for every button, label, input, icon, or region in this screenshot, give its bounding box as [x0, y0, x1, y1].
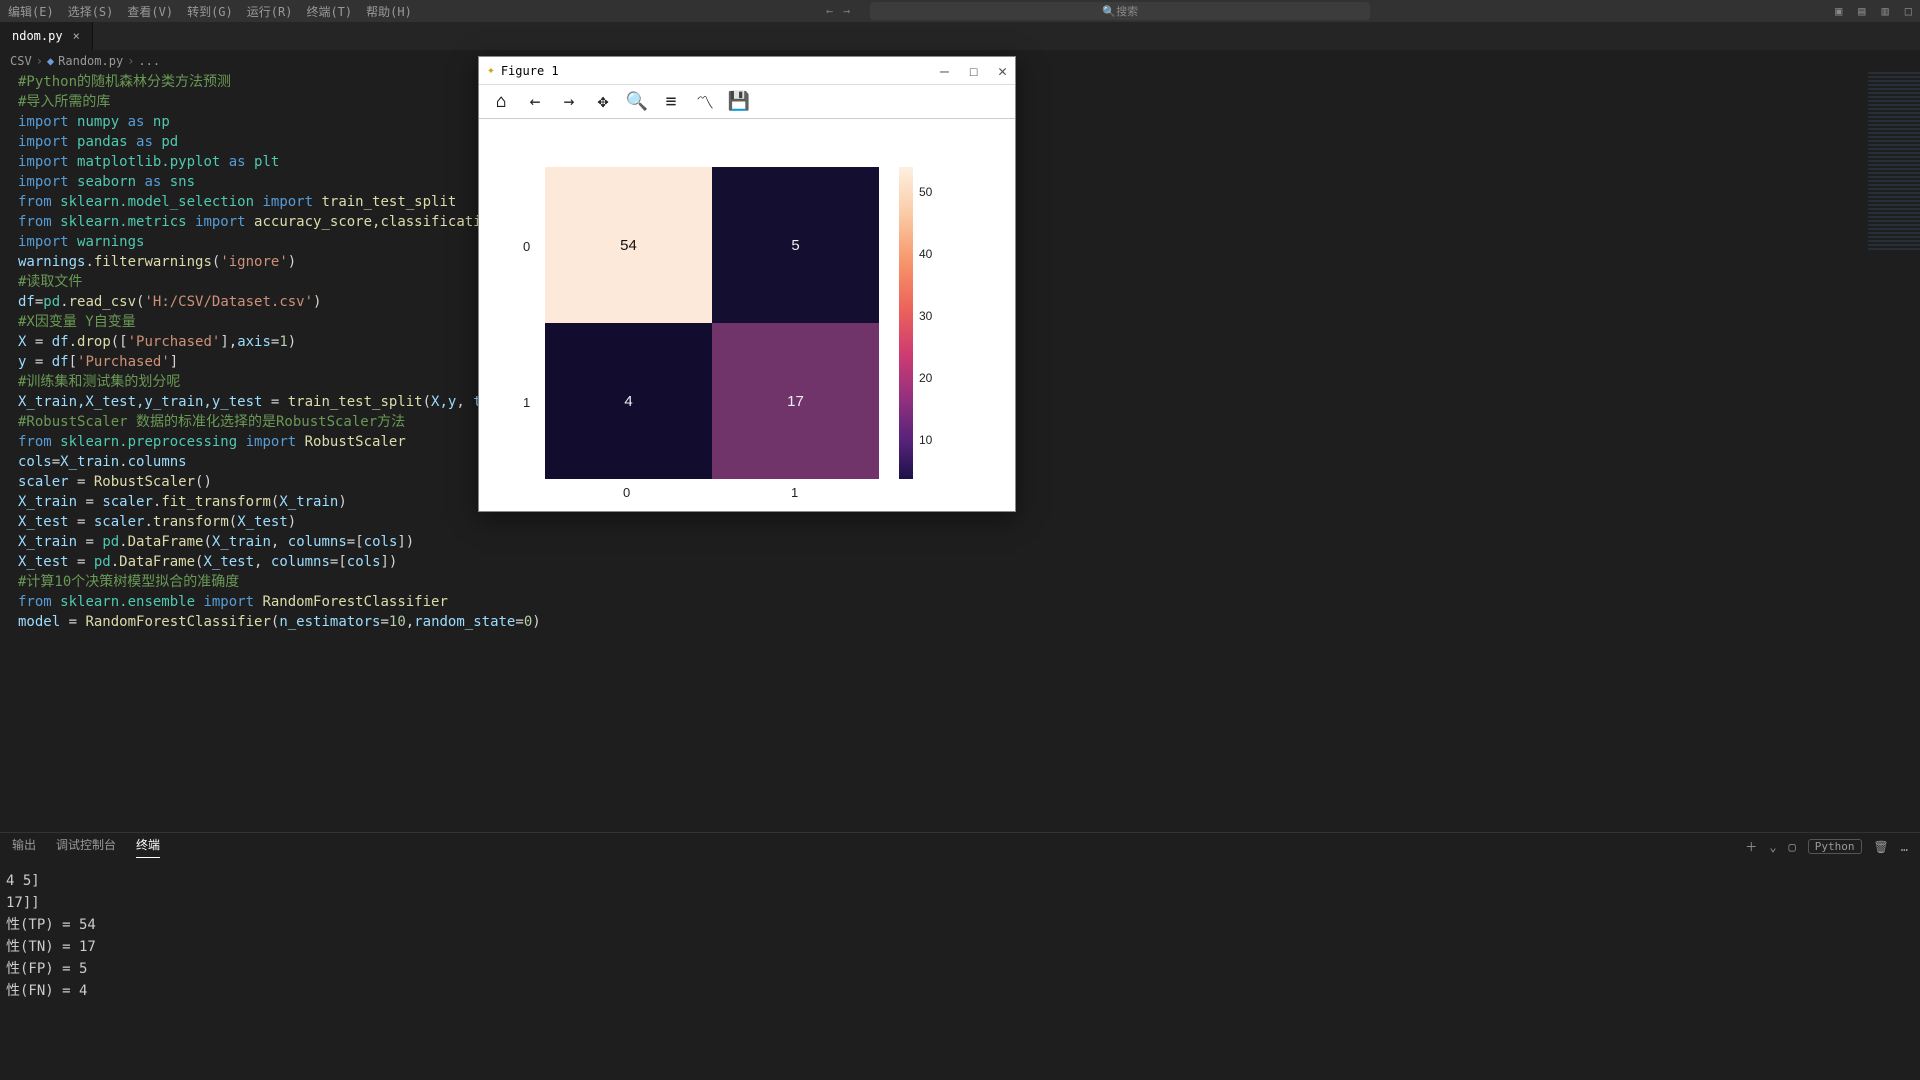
panel-tab-terminal[interactable]: 终端 — [136, 836, 160, 858]
figure-toolbar: ⌂ ← → ✥ 🔍 ≡ 〽 💾 — [479, 85, 1015, 119]
home-icon[interactable]: ⌂ — [489, 90, 513, 114]
close-button[interactable]: ✕ — [998, 62, 1007, 80]
tab-close-icon[interactable]: × — [73, 29, 80, 43]
code-line: model = RandomForestClassifier(n_estimat… — [18, 612, 1920, 632]
layout-icon-2[interactable]: ▤ — [1858, 4, 1865, 18]
terminal-line: 性(FN) = 4 — [6, 980, 1914, 1002]
search-placeholder: 搜索 — [1116, 3, 1138, 19]
python-file-icon: ◆ — [47, 54, 54, 68]
heatmap-cell-0-1: 5 — [712, 167, 879, 323]
cb-tick-10: 10 — [919, 433, 932, 447]
minimap[interactable] — [1868, 72, 1920, 252]
split-terminal-icon[interactable]: ▢ — [1789, 840, 1796, 854]
tab-random-py[interactable]: ndom.py × — [0, 22, 93, 50]
figure-titlebar[interactable]: ✦ Figure 1 — ☐ ✕ — [479, 57, 1015, 85]
colorbar — [899, 167, 913, 479]
breadcrumb-seg[interactable]: Random.py — [58, 54, 123, 68]
matplotlib-figure-window: ✦ Figure 1 — ☐ ✕ ⌂ ← → ✥ 🔍 ≡ 〽 💾 54 5 4 … — [478, 56, 1016, 512]
chevron-right-icon: › — [127, 54, 134, 68]
chevron-right-icon: › — [36, 54, 43, 68]
tab-label: ndom.py — [12, 29, 63, 43]
menu-goto[interactable]: 转到(G) — [187, 3, 233, 20]
layout-icon-4[interactable]: □ — [1905, 4, 1912, 18]
more-icon[interactable]: … — [1901, 840, 1908, 854]
terminal-line: 性(TN) = 17 — [6, 936, 1914, 958]
y-tick-1: 1 — [523, 395, 530, 410]
cb-tick-30: 30 — [919, 309, 932, 323]
forward-icon[interactable]: → — [557, 90, 581, 114]
chevron-down-icon[interactable]: ⌄ — [1769, 840, 1776, 854]
configure-icon[interactable]: ≡ — [659, 90, 683, 114]
menu-terminal[interactable]: 终端(T) — [306, 3, 352, 20]
save-icon[interactable]: 💾 — [727, 90, 751, 114]
pan-icon[interactable]: ✥ — [591, 90, 615, 114]
panel-tab-bar: 输出 调试控制台 终端 ＋ ⌄ ▢ Python 🗑 … — [0, 832, 1920, 860]
breadcrumb-seg[interactable]: ... — [138, 54, 160, 68]
code-line: X_test = scaler.transform(X_test) — [18, 512, 1920, 532]
zoom-icon[interactable]: 🔍 — [625, 90, 649, 114]
terminal-line: 4 5] — [6, 870, 1914, 892]
search-icon: 🔍 — [1102, 5, 1116, 18]
editor-tab-bar: ndom.py × — [0, 22, 1920, 50]
menu-edit[interactable]: 编辑(E) — [8, 3, 54, 20]
x-tick-1: 1 — [791, 485, 798, 500]
heatmap-cell-1-0: 4 — [545, 323, 712, 479]
nav-back-icon[interactable]: ← — [826, 4, 833, 18]
code-line: X_test = pd.DataFrame(X_test, columns=[c… — [18, 552, 1920, 572]
command-search[interactable]: 🔍 搜索 — [870, 2, 1370, 20]
back-icon[interactable]: ← — [523, 90, 547, 114]
terminal-line: 17]] — [6, 892, 1914, 914]
heatmap-cell-0-0: 54 — [545, 167, 712, 323]
breadcrumb-seg[interactable]: CSV — [10, 54, 32, 68]
axes-icon[interactable]: 〽 — [693, 90, 717, 114]
menu-select[interactable]: 选择(S) — [68, 3, 114, 20]
heatmap-cell-1-1: 17 — [712, 323, 879, 479]
terminal-lang-badge[interactable]: Python — [1808, 839, 1862, 854]
menu-bar: 编辑(E) 选择(S) 查看(V) 转到(G) 运行(R) 终端(T) 帮助(H… — [0, 0, 1920, 22]
menu-run[interactable]: 运行(R) — [247, 3, 293, 20]
x-tick-0: 0 — [623, 485, 630, 500]
figure-canvas[interactable]: 54 5 4 17 0 1 0 1 50 40 30 20 10 — [479, 119, 1015, 511]
panel-tab-output[interactable]: 输出 — [12, 836, 36, 857]
code-line: from sklearn.ensemble import RandomFores… — [18, 592, 1920, 612]
y-tick-0: 0 — [523, 239, 530, 254]
new-terminal-icon[interactable]: ＋ — [1745, 838, 1757, 855]
maximize-button[interactable]: ☐ — [969, 62, 978, 80]
layout-icon-1[interactable]: ▣ — [1835, 4, 1842, 18]
code-line: #计算10个决策树模型拟合的准确度 — [18, 572, 1920, 592]
cb-tick-40: 40 — [919, 247, 932, 261]
cb-tick-50: 50 — [919, 185, 932, 199]
terminal-line: 性(FP) = 5 — [6, 958, 1914, 980]
menu-view[interactable]: 查看(V) — [127, 3, 173, 20]
cb-tick-20: 20 — [919, 371, 932, 385]
figure-app-icon: ✦ — [487, 63, 495, 78]
menu-help[interactable]: 帮助(H) — [366, 3, 412, 20]
confusion-matrix-heatmap: 54 5 4 17 — [545, 167, 879, 479]
layout-icon-3[interactable]: ▥ — [1882, 4, 1889, 18]
panel-tab-debug[interactable]: 调试控制台 — [56, 836, 116, 857]
minimize-button[interactable]: — — [940, 62, 949, 80]
nav-fwd-icon[interactable]: → — [843, 4, 850, 18]
terminal-output[interactable]: 4 5] 17]]性(TP) = 54性(TN) = 17性(FP) = 5性(… — [0, 860, 1920, 1080]
figure-title: Figure 1 — [501, 64, 559, 78]
code-line: X_train = pd.DataFrame(X_train, columns=… — [18, 532, 1920, 552]
trash-icon[interactable]: 🗑 — [1874, 840, 1889, 854]
terminal-line: 性(TP) = 54 — [6, 914, 1914, 936]
